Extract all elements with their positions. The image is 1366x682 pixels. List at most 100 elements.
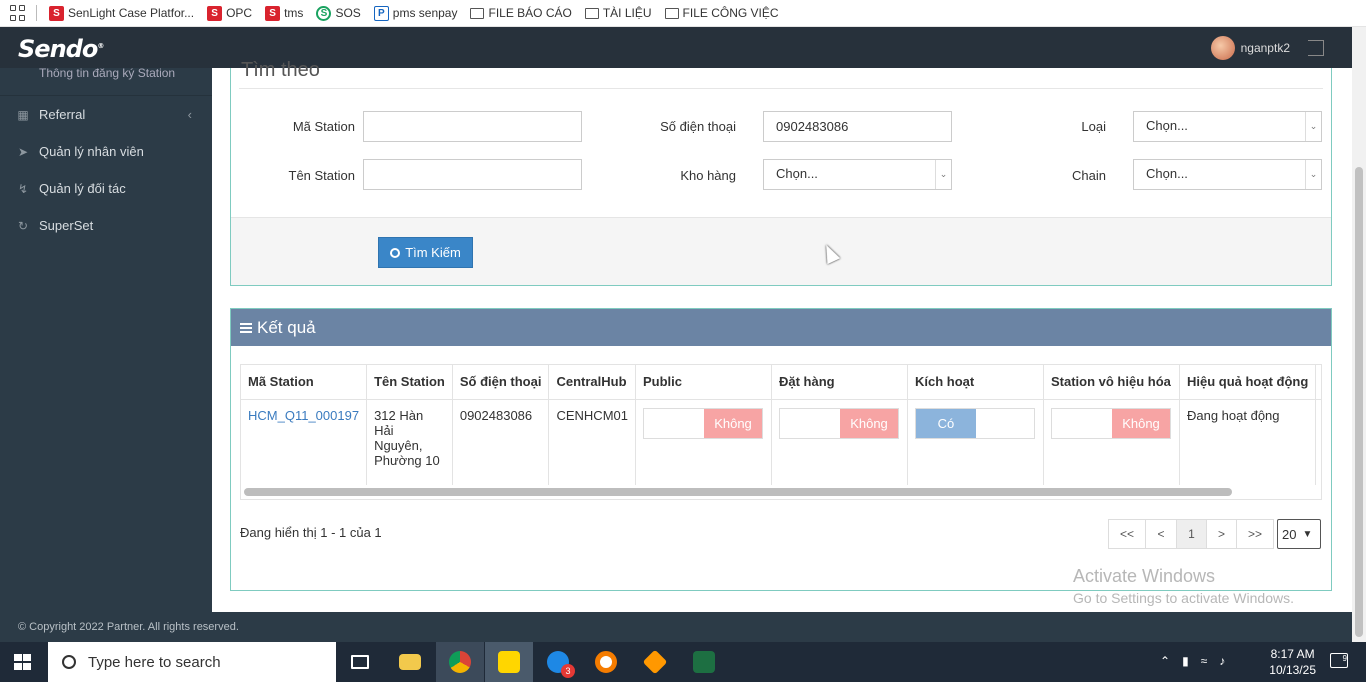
scrollbar-thumb[interactable]: [1355, 167, 1363, 637]
folder-icon: [664, 7, 679, 19]
search-button[interactable]: Tìm Kiếm: [378, 237, 473, 268]
page-first-button[interactable]: <<: [1108, 519, 1146, 549]
windows-taskbar: Type here to search 3 ⌃ ▮ ≈ ♪ 8:17 AM 10…: [0, 642, 1366, 682]
kho-hang-select[interactable]: Chọn... ⌄: [763, 159, 952, 190]
loai-label: Loại: [1081, 119, 1106, 134]
search-actions: Tìm Kiếm: [231, 217, 1331, 285]
page-next-button[interactable]: >: [1206, 519, 1237, 549]
username: nganptk2: [1240, 41, 1290, 55]
column-header[interactable]: Hiệu quả hoạt động: [1179, 365, 1317, 400]
logout-icon[interactable]: [1308, 40, 1324, 56]
bookmark-tms[interactable]: Stms: [265, 5, 303, 21]
kich-hoat-toggle[interactable]: Có: [914, 407, 1035, 439]
column-header[interactable]: CentralHub: [548, 365, 636, 400]
search-icon: [62, 655, 76, 669]
apps-grid-icon[interactable]: [10, 5, 26, 21]
wifi-icon[interactable]: ≈: [1201, 654, 1208, 668]
file-explorer-icon[interactable]: [386, 642, 434, 682]
loai-select[interactable]: Chọn... ⌄: [1133, 111, 1322, 142]
action-cell: [1315, 399, 1321, 485]
column-header[interactable]: Tên Station: [366, 365, 453, 400]
system-tray: ⌃ ▮ ≈ ♪: [1160, 654, 1225, 668]
volume-icon[interactable]: ♪: [1219, 654, 1225, 668]
table-row: HCM_Q11_000197 312 Hàn Hải Nguyên, Phườn…: [241, 399, 1321, 485]
user-menu[interactable]: nganptk2: [1210, 36, 1324, 60]
ma-station-label: Mã Station: [292, 119, 355, 134]
windows-activation-watermark: Activate Windows Go to Settings to activ…: [1073, 566, 1294, 606]
zalo-badge: 3: [561, 664, 575, 678]
notification-icon[interactable]: 9: [1330, 653, 1348, 668]
bookmark-file-cong-viec[interactable]: FILE CÔNG VIỆC: [664, 6, 779, 20]
bookmark-file-bao-cao[interactable]: FILE BÁO CÁO: [470, 6, 572, 20]
column-header[interactable]: T: [1315, 365, 1321, 400]
bookmark-senlight[interactable]: S SenLight Case Platfor...: [49, 5, 194, 21]
chevron-down-icon: ▼: [1302, 528, 1313, 540]
vo-hieu-hoa-toggle[interactable]: Không: [1050, 407, 1171, 439]
chain-label: Chain: [1072, 168, 1106, 183]
task-view-icon[interactable]: [336, 642, 384, 682]
clock[interactable]: 8:17 AM 10/13/25: [1269, 646, 1316, 678]
horizontal-scrollbar[interactable]: [244, 488, 1232, 496]
bookmark-opc[interactable]: S OPC: [207, 5, 252, 21]
taskbar-search-box[interactable]: Type here to search: [48, 642, 336, 682]
station-name-cell: 312 Hàn Hải Nguyên, Phường 10: [366, 399, 453, 485]
kho-hang-label: Kho hàng: [680, 168, 736, 183]
column-header[interactable]: Số điện thoại: [452, 365, 550, 400]
senlight-icon: S: [49, 5, 64, 21]
column-header[interactable]: Public: [635, 365, 772, 400]
results-header: Kết quả: [231, 309, 1331, 346]
hieu-qua-cell: Đang hoạt động: [1179, 399, 1317, 485]
chevron-up-icon[interactable]: ⌃: [1160, 654, 1170, 668]
folder-icon: [470, 7, 485, 19]
ma-station-input[interactable]: [363, 111, 582, 142]
bookmark-sos[interactable]: S SOS: [316, 5, 361, 21]
vpn-icon[interactable]: [582, 642, 630, 682]
ten-station-input[interactable]: [363, 159, 582, 190]
phone-input[interactable]: [763, 111, 952, 142]
page-footer: © Copyright 2022 Partner. All rights res…: [0, 612, 1352, 642]
column-header[interactable]: Đặt hàng: [771, 365, 908, 400]
chevron-down-icon: ⌄: [935, 160, 951, 189]
windows-start-icon[interactable]: [14, 654, 32, 670]
page-scrollbar[interactable]: [1352, 27, 1366, 642]
bookmarks-separator: [36, 5, 37, 21]
folder-icon: [584, 7, 599, 19]
column-header[interactable]: Mã Station: [241, 365, 368, 400]
bookmarks-bar: S SenLight Case Platfor... S OPC Stms S SOS…: [0, 0, 1366, 27]
sidebar-item-thong-tin-dang-ky[interactable]: Thông tin đăng ký Station: [0, 67, 212, 96]
sidebar-item-quan-ly-doi-tac[interactable]: ↯ Quản lý đối tác: [0, 170, 212, 207]
rocket-icon: ➤: [17, 144, 29, 159]
sticky-notes-icon[interactable]: [485, 642, 533, 682]
page-last-button[interactable]: >>: [1236, 519, 1274, 549]
chrome-icon[interactable]: [436, 642, 484, 682]
chevron-down-icon: ⌄: [1305, 112, 1321, 141]
sidebar-item-quan-ly-nhan-vien[interactable]: ➤ Quản lý nhân viên: [0, 133, 212, 170]
phone-cell: 0902483086: [452, 399, 550, 485]
sublime-icon[interactable]: [631, 642, 679, 682]
page-current-button[interactable]: 1: [1176, 519, 1207, 549]
station-code-link[interactable]: HCM_Q11_000197: [241, 399, 368, 485]
opc-icon: S: [207, 5, 223, 21]
public-toggle[interactable]: Không: [642, 407, 763, 439]
app-header: Sendo® nganptk2: [0, 27, 1352, 68]
chevron-left-icon: ‹: [187, 107, 192, 122]
search-panel: Tìm theo Mã Station Tên Station Số điện …: [230, 59, 1332, 286]
chain-select[interactable]: Chọn... ⌄: [1133, 159, 1322, 190]
sendo-logo[interactable]: Sendo®: [18, 35, 104, 63]
column-header[interactable]: Kích hoạt: [907, 365, 1044, 400]
chevron-down-icon: ⌄: [1305, 160, 1321, 189]
sidebar-item-superset[interactable]: ↻ SuperSet: [0, 207, 212, 244]
column-header[interactable]: Station vô hiệu hóa: [1043, 365, 1180, 400]
excel-icon[interactable]: [680, 642, 728, 682]
page-size-select[interactable]: 20 ▼: [1277, 519, 1321, 549]
sos-icon: S: [316, 5, 332, 21]
dat-hang-toggle[interactable]: Không: [778, 407, 899, 439]
zalo-icon[interactable]: 3: [534, 642, 582, 682]
sidebar-item-referral[interactable]: ▦ Referral ‹: [0, 96, 212, 133]
page-prev-button[interactable]: <: [1145, 519, 1177, 549]
bookmark-tai-lieu[interactable]: TÀI LIỆU: [584, 6, 652, 20]
battery-icon[interactable]: ▮: [1182, 654, 1189, 668]
ten-station-label: Tên Station: [288, 168, 356, 183]
pagination: << < 1 > >>: [1108, 519, 1274, 549]
bookmark-pms-senpay[interactable]: Ppms senpay: [373, 5, 457, 21]
